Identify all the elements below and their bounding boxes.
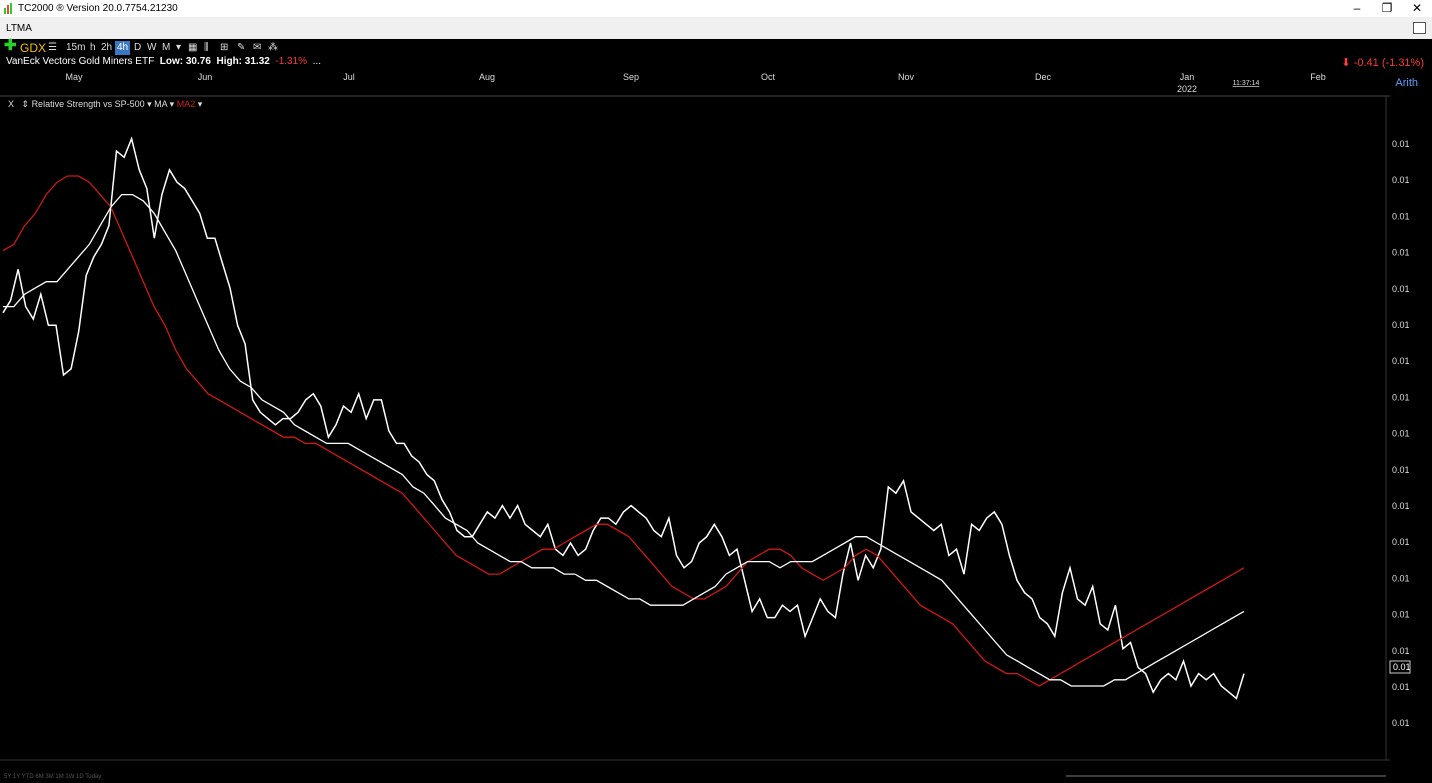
y-tick-label: 0.01	[1392, 320, 1410, 330]
y-tick-label: 0.01	[1392, 465, 1410, 475]
last-value-label: 0.01	[1393, 662, 1411, 672]
y-tick-label: 0.01	[1392, 392, 1410, 402]
month-tick-label: Nov	[898, 72, 915, 82]
relative-strength-chart: May Jun Jul Aug Sep Oct Nov Dec Jan Feb 2022 11:37:…	[0, 72, 1411, 780]
y-tick-label: 0.01	[1392, 248, 1410, 258]
y-tick-label: 0.01	[1392, 610, 1410, 620]
series-line-2	[3, 193, 1245, 687]
y-tick-label: 0.01	[1392, 356, 1410, 366]
y-tick-label: 0.01	[1392, 718, 1410, 728]
time-range-buttons: 5Y 1Y YTD 6M 3M 1M 1W 1D Today	[4, 774, 101, 780]
y-tick-label: 0.01	[1392, 646, 1410, 656]
month-tick-label: Jun	[198, 72, 213, 82]
clock-label: 11:37:14	[1233, 80, 1260, 87]
series-line-0	[2, 136, 1245, 700]
month-tick-label: Oct	[761, 72, 776, 82]
month-tick-label: Sep	[623, 72, 639, 82]
month-tick-label: May	[65, 72, 83, 82]
month-tick-label: Dec	[1035, 72, 1052, 82]
y-tick-label: 0.01	[1392, 175, 1410, 185]
month-tick-label: Aug	[479, 72, 495, 82]
y-tick-label: 0.01	[1392, 211, 1410, 221]
month-tick-label: Jan	[1180, 72, 1195, 82]
y-tick-label: 0.01	[1392, 429, 1410, 439]
series-line-1	[2, 175, 1245, 687]
y-tick-label: 0.01	[1392, 573, 1410, 583]
y-tick-label: 0.01	[1392, 501, 1410, 511]
y-tick-label: 0.01	[1392, 537, 1410, 547]
month-tick-label: Feb	[1310, 72, 1326, 82]
y-tick-label: 0.01	[1392, 284, 1410, 294]
y-tick-label: 0.01	[1392, 139, 1410, 149]
year-tick-label: 2022	[1177, 84, 1197, 94]
y-tick-label: 0.01	[1392, 682, 1410, 692]
month-tick-label: Jul	[343, 72, 355, 82]
